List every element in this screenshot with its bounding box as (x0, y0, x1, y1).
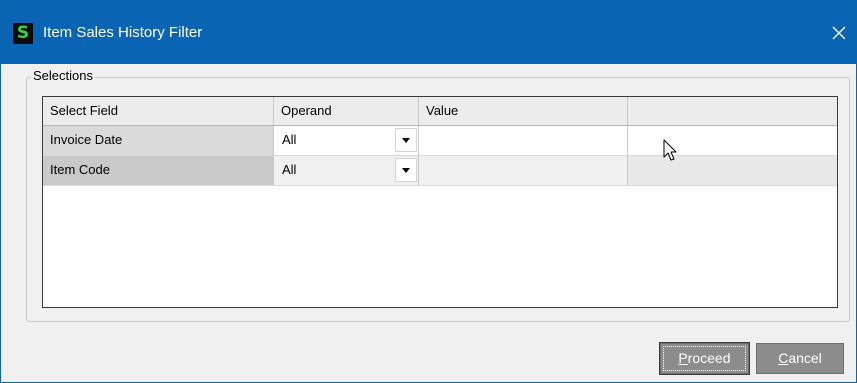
operand-dropdown-button[interactable] (395, 158, 417, 182)
select-field-cell[interactable]: Item Code (43, 156, 274, 185)
operand-dropdown[interactable]: All (274, 126, 419, 155)
value-cell[interactable] (419, 156, 628, 185)
operand-value: All (282, 162, 297, 177)
operand-value: All (282, 132, 297, 147)
window-title: Item Sales History Filter (43, 24, 203, 41)
selections-group-label: Selections (31, 67, 95, 85)
column-header-operand[interactable]: Operand (274, 97, 419, 125)
chevron-down-icon (402, 167, 410, 173)
operand-dropdown[interactable]: All (274, 156, 419, 185)
selections-grid: Select Field Operand Value Invoice Date … (42, 96, 838, 308)
select-field-cell[interactable]: Invoice Date (43, 126, 274, 155)
column-header-value[interactable]: Value (419, 97, 628, 125)
proceed-button[interactable]: Proceed (660, 343, 749, 374)
close-icon (832, 26, 846, 40)
proceed-label: roceed (687, 350, 731, 366)
grid-header-row: Select Field Operand Value (43, 97, 837, 126)
proceed-mnemonic: P (678, 350, 688, 366)
extra-cell[interactable] (628, 156, 837, 185)
extra-cell[interactable] (628, 126, 837, 155)
mouse-pointer-icon (663, 139, 677, 161)
cancel-button[interactable]: Cancel (756, 343, 844, 374)
chevron-down-icon (402, 137, 410, 143)
table-row[interactable]: Item Code All (43, 156, 837, 186)
column-header-select-field[interactable]: Select Field (43, 97, 274, 125)
column-header-blank[interactable] (628, 97, 837, 125)
app-logo-icon: S (13, 23, 33, 44)
table-row[interactable]: Invoice Date All (43, 126, 837, 156)
value-cell[interactable] (419, 126, 628, 155)
title-bar[interactable]: S Item Sales History Filter (1, 1, 856, 64)
cancel-mnemonic: C (778, 350, 789, 366)
cancel-label: ancel (788, 350, 822, 366)
dialog-window: S Item Sales History Filter Selections S… (0, 0, 857, 383)
operand-dropdown-button[interactable] (395, 128, 417, 152)
close-button[interactable] (822, 17, 856, 49)
selections-group: Selections Select Field Operand Value In… (26, 67, 850, 322)
